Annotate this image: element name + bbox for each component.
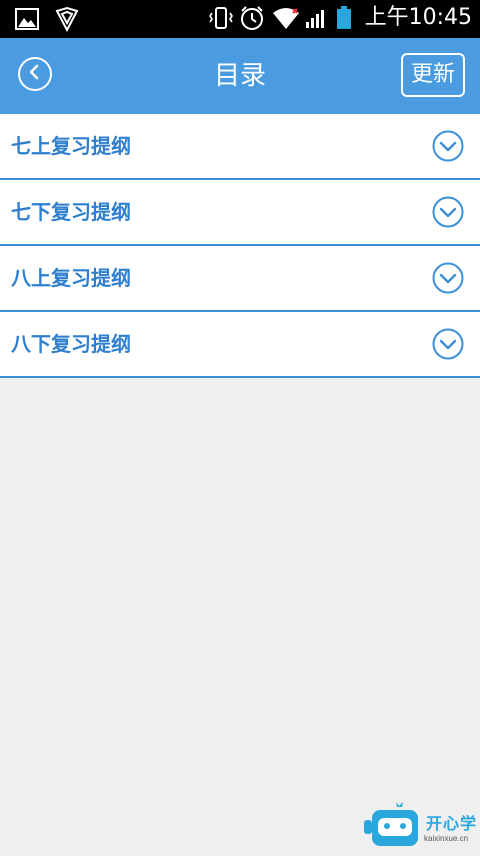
chevron-down-circle-icon[interactable] [432,196,464,228]
robot-logo-icon [362,796,422,856]
alarm-icon [239,5,265,31]
watermark-name: 开心学 [426,814,478,833]
vibrate-icon [207,5,233,31]
shield-icon [54,6,80,33]
battery-icon [335,5,353,31]
app-header: 目录 更新 [0,38,480,114]
list-item[interactable]: 八上复习提纲 [0,246,480,312]
list-item-label: 七下复习提纲 [11,200,131,224]
outline-list: 七上复习提纲 七下复习提纲 八上复习提纲 八下复习提纲 [0,114,480,378]
list-item[interactable]: 七上复习提纲 [0,114,480,180]
list-item-label: 八下复习提纲 [11,332,131,356]
status-time: 上午10:45 [364,5,472,30]
watermark-url: kaixinxue.cn [424,834,469,843]
list-item-label: 七上复习提纲 [11,134,131,158]
signal-icon [303,5,329,31]
watermark-logo: 开心学 kaixinxue.cn [360,794,480,854]
update-button[interactable]: 更新 [401,53,465,97]
list-item[interactable]: 八下复习提纲 [0,312,480,378]
list-item-label: 八上复习提纲 [11,266,131,290]
status-bar: 上午10:45 [0,0,480,38]
wifi-icon [271,5,299,31]
image-icon [14,6,40,32]
chevron-down-circle-icon[interactable] [432,130,464,162]
list-item[interactable]: 七下复习提纲 [0,180,480,246]
chevron-down-circle-icon[interactable] [432,328,464,360]
chevron-down-circle-icon[interactable] [432,262,464,294]
